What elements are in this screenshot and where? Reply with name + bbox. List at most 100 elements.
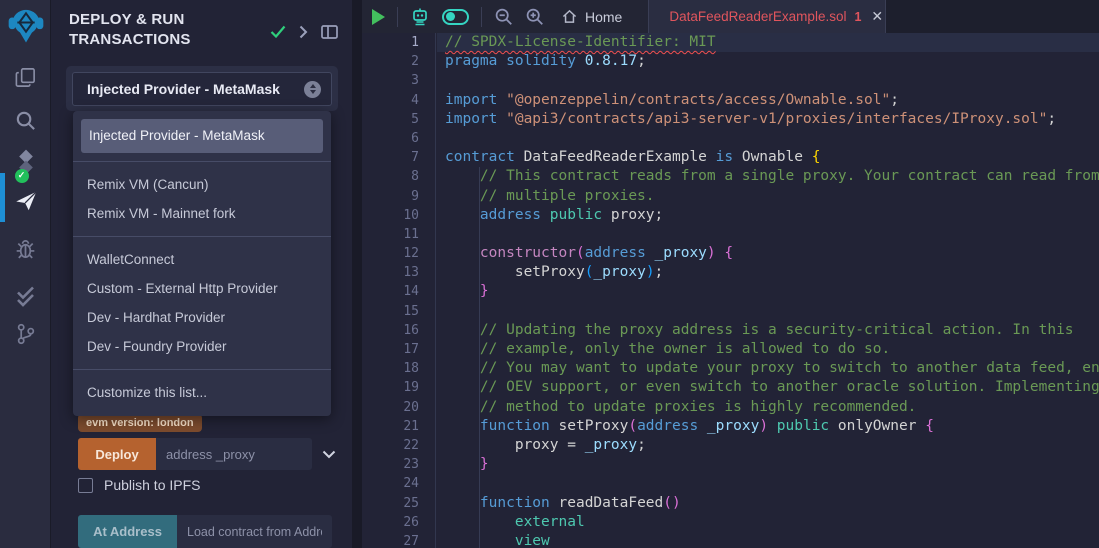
- zoom-out-icon[interactable]: [494, 7, 513, 26]
- line-number[interactable]: 10: [362, 206, 435, 225]
- code-token: external: [445, 514, 585, 530]
- code-line[interactable]: address public proxy;: [437, 206, 1099, 225]
- code-line[interactable]: setProxy(_proxy);: [437, 263, 1099, 282]
- tab-datafeedreaderexample[interactable]: DataFeedReaderExample.sol 1 ✕: [648, 0, 886, 33]
- code-line[interactable]: }: [437, 455, 1099, 474]
- pin-panel-icon[interactable]: [321, 25, 338, 39]
- run-script-button[interactable]: [372, 9, 385, 25]
- dropdown-item[interactable]: WalletConnect: [73, 245, 331, 274]
- code-token: // This contract reads from a single pro…: [445, 168, 1099, 184]
- line-number[interactable]: 27: [362, 532, 435, 548]
- line-number[interactable]: 26: [362, 513, 435, 532]
- line-number[interactable]: 3: [362, 71, 435, 90]
- line-number[interactable]: 8: [362, 167, 435, 186]
- panel-check-icon: [270, 25, 286, 38]
- code-line[interactable]: view: [437, 532, 1099, 548]
- code-line[interactable]: contract DataFeedReaderExample is Ownabl…: [437, 148, 1099, 167]
- sidebar-item-debugger[interactable]: [0, 232, 51, 266]
- dropdown-item[interactable]: Remix VM - Mainnet fork: [73, 199, 331, 228]
- sidebar-item-file-explorer[interactable]: [0, 60, 51, 94]
- code-line[interactable]: // multiple proxies.: [437, 187, 1099, 206]
- code-line[interactable]: pragma solidity 0.8.17;: [437, 52, 1099, 71]
- code-line[interactable]: // Updating the proxy address is a secur…: [437, 321, 1099, 340]
- line-number[interactable]: 22: [362, 436, 435, 455]
- code-line[interactable]: proxy = _proxy;: [437, 436, 1099, 455]
- line-number[interactable]: 15: [362, 302, 435, 321]
- code-line[interactable]: import "@api3/contracts/api3-server-v1/p…: [437, 110, 1099, 129]
- panel-resize-handle[interactable]: [352, 0, 362, 548]
- code-line[interactable]: // This contract reads from a single pro…: [437, 167, 1099, 186]
- line-number[interactable]: 2: [362, 52, 435, 71]
- sidebar-item-unit-testing[interactable]: [0, 279, 51, 313]
- line-number[interactable]: 19: [362, 378, 435, 397]
- at-address-button[interactable]: At Address: [78, 515, 177, 548]
- chevron-down-icon[interactable]: [322, 450, 336, 459]
- code-line[interactable]: import "@openzeppelin/contracts/access/O…: [437, 91, 1099, 110]
- chevron-right-icon[interactable]: [299, 25, 308, 39]
- line-number[interactable]: 4: [362, 91, 435, 110]
- zoom-in-icon[interactable]: [525, 7, 544, 26]
- code-line[interactable]: [437, 474, 1099, 493]
- dropdown-item[interactable]: Dev - Foundry Provider: [73, 332, 331, 361]
- code-line[interactable]: [437, 225, 1099, 244]
- line-number[interactable]: 1: [362, 33, 435, 52]
- code-line[interactable]: external: [437, 513, 1099, 532]
- code-line[interactable]: [437, 302, 1099, 321]
- line-number[interactable]: 12: [362, 244, 435, 263]
- at-address-input[interactable]: [177, 515, 332, 548]
- dropdown-item[interactable]: Dev - Hardhat Provider: [73, 303, 331, 332]
- deploy-row: Deploy: [78, 438, 336, 470]
- line-number[interactable]: 13: [362, 263, 435, 282]
- deploy-args-input[interactable]: [156, 438, 312, 470]
- line-number[interactable]: 25: [362, 494, 435, 513]
- double-check-icon: [14, 286, 38, 307]
- code-pane[interactable]: // SPDX-License-Identifier: MITpragma so…: [437, 33, 1099, 548]
- code-line[interactable]: [437, 129, 1099, 148]
- code-line[interactable]: // SPDX-License-Identifier: MIT: [437, 33, 1099, 52]
- line-number[interactable]: 6: [362, 129, 435, 148]
- code-line[interactable]: // example, only the owner is allowed to…: [437, 340, 1099, 359]
- code-line[interactable]: // method to update proxies is highly re…: [437, 398, 1099, 417]
- line-number[interactable]: 14: [362, 282, 435, 301]
- toolbar-divider: [481, 7, 482, 27]
- line-number[interactable]: 16: [362, 321, 435, 340]
- dropdown-item[interactable]: Custom - External Http Provider: [73, 274, 331, 303]
- sidebar-item-deploy-run[interactable]: [0, 184, 51, 218]
- code-token: ;: [637, 53, 646, 69]
- line-number[interactable]: 17: [362, 340, 435, 359]
- line-number[interactable]: 24: [362, 474, 435, 493]
- dropdown-item[interactable]: Remix VM (Cancun): [73, 170, 331, 199]
- line-number[interactable]: 21: [362, 417, 435, 436]
- line-number[interactable]: 18: [362, 359, 435, 378]
- sidebar-item-search[interactable]: [0, 103, 51, 137]
- code-line[interactable]: constructor(address _proxy) {: [437, 244, 1099, 263]
- remix-logo[interactable]: [0, 0, 51, 50]
- line-number[interactable]: 7: [362, 148, 435, 167]
- code-token: ;: [1047, 111, 1056, 127]
- code-line[interactable]: [437, 71, 1099, 90]
- dropdown-item[interactable]: Injected Provider - MetaMask: [81, 119, 323, 153]
- ai-copilot-toggle[interactable]: [442, 9, 469, 25]
- deploy-button[interactable]: Deploy: [78, 438, 156, 470]
- line-number[interactable]: 9: [362, 187, 435, 206]
- code-token: import: [445, 92, 506, 108]
- close-tab-icon[interactable]: ✕: [871, 8, 883, 25]
- line-number[interactable]: 5: [362, 110, 435, 129]
- tab-home[interactable]: Home: [556, 9, 636, 25]
- remix-ai-robot-icon[interactable]: [410, 7, 430, 27]
- sidebar-item-solidity-compiler[interactable]: ✓: [0, 147, 51, 181]
- publish-ipfs-checkbox[interactable]: [78, 478, 93, 493]
- dropdown-item[interactable]: Customize this list...: [73, 378, 331, 407]
- environment-select[interactable]: Injected Provider - MetaMask: [72, 72, 332, 106]
- line-number[interactable]: 11: [362, 225, 435, 244]
- sidebar-item-git[interactable]: [0, 317, 51, 351]
- code-line[interactable]: // OEV support, or even switch to anothe…: [437, 378, 1099, 397]
- code-line[interactable]: // You may want to update your proxy to …: [437, 359, 1099, 378]
- code-line[interactable]: }: [437, 282, 1099, 301]
- code-editor[interactable]: 1234567891011121314151617181920212223242…: [362, 33, 1099, 548]
- line-number[interactable]: 23: [362, 455, 435, 474]
- line-number[interactable]: 20: [362, 398, 435, 417]
- code-line[interactable]: function setProxy(address _proxy) public…: [437, 417, 1099, 436]
- code-token: proxy;: [611, 207, 663, 223]
- code-line[interactable]: function readDataFeed(): [437, 494, 1099, 513]
